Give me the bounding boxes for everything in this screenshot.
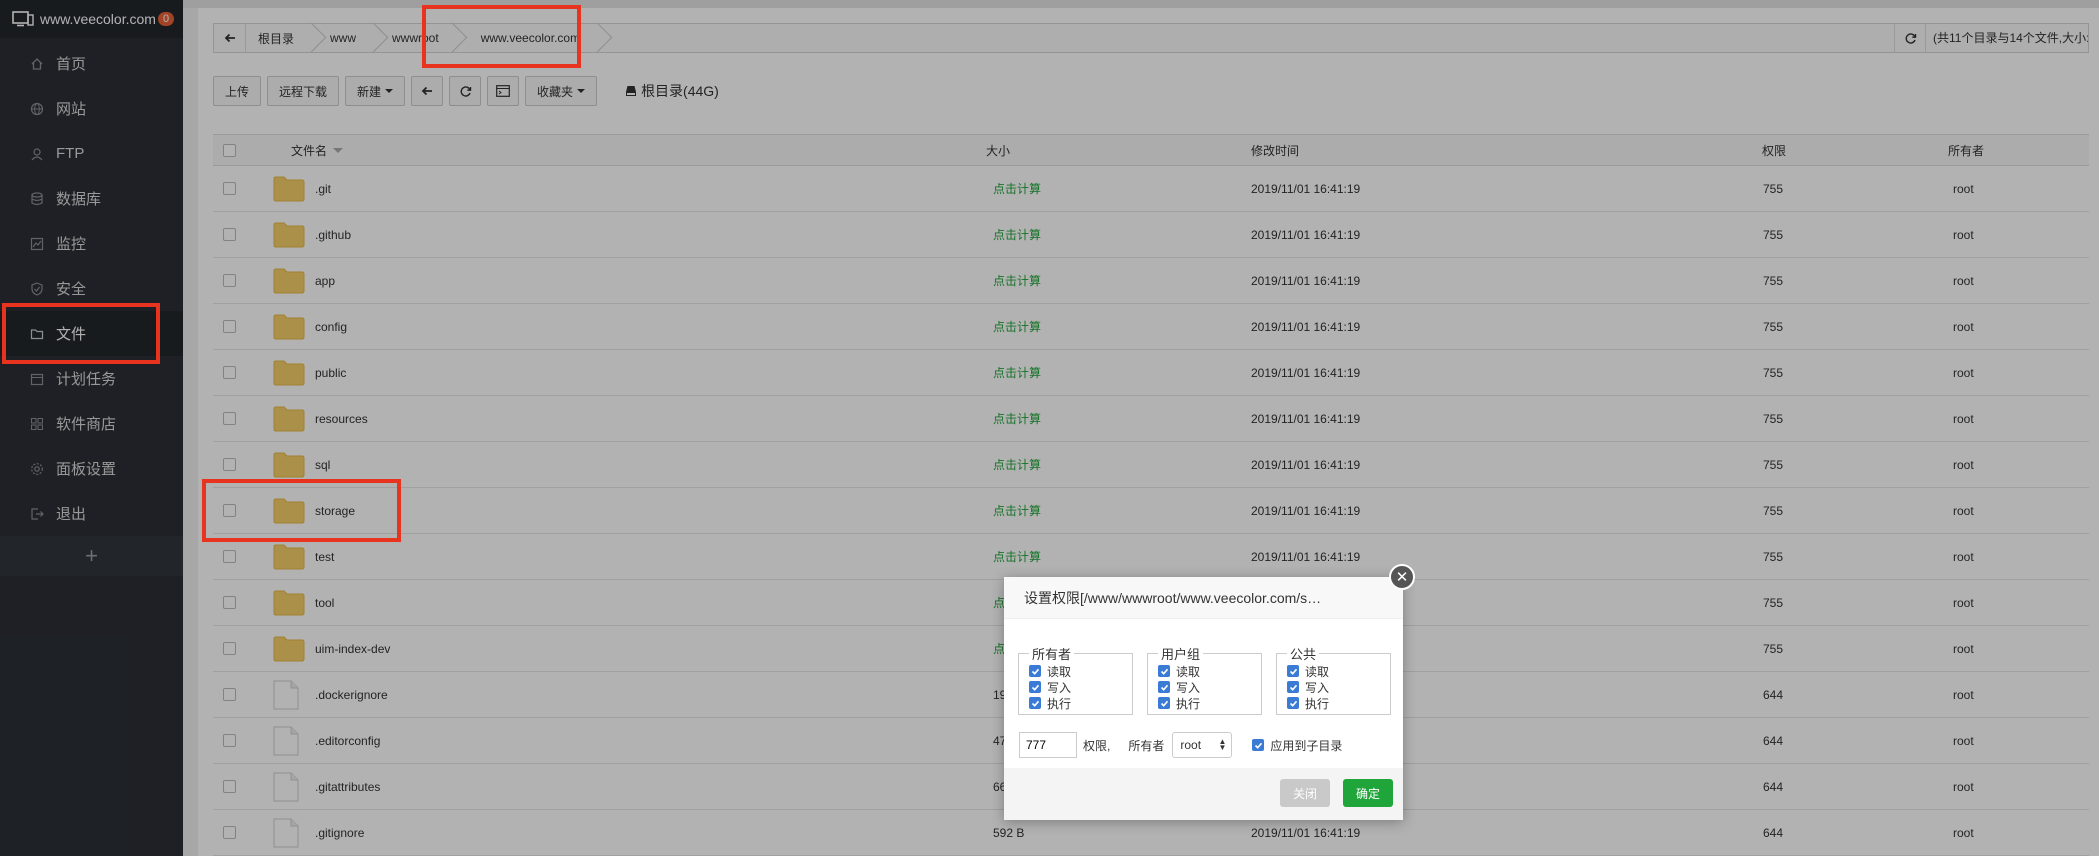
- perm-write-label: 写入: [1176, 680, 1201, 695]
- perm-group-public: 公共 读取 写入 执行: [1276, 644, 1391, 715]
- perm-options-row: 权限, 所有者 root ▲▼ 应用到子目录: [1019, 732, 1342, 758]
- owner-select[interactable]: root ▲ ▼: [1172, 732, 1233, 758]
- confirm-button[interactable]: 确定: [1342, 779, 1393, 807]
- perm-write[interactable]: 写入: [1029, 679, 1122, 695]
- cancel-button[interactable]: 关闭: [1279, 779, 1330, 807]
- permission-dialog: ✕ 设置权限[/www/wwwroot/www.veecolor.com/s… …: [1004, 564, 1415, 820]
- perm-group-legend: 公共: [1290, 647, 1317, 662]
- checkbox-checked[interactable]: [1287, 697, 1299, 709]
- perm-read-label: 读取: [1305, 664, 1330, 679]
- perm-value-input[interactable]: [1019, 732, 1077, 758]
- perm-group-legend: 用户组: [1161, 647, 1201, 662]
- checkbox-checked[interactable]: [1287, 681, 1299, 693]
- apply-subdir-checkbox[interactable]: [1252, 739, 1265, 751]
- perm-group-owner: 所有者 读取 写入 执行: [1018, 644, 1133, 715]
- checkbox-checked[interactable]: [1158, 681, 1170, 693]
- select-arrows-icon: ▲ ▼: [1218, 737, 1227, 752]
- highlight-storage-row: [202, 479, 401, 542]
- perm-write-label: 写入: [1047, 680, 1072, 695]
- checkbox-checked[interactable]: [1029, 681, 1041, 693]
- checkbox-checked[interactable]: [1158, 697, 1170, 709]
- perm-group-legend: 所有者: [1032, 647, 1072, 662]
- checkbox-checked[interactable]: [1029, 665, 1041, 677]
- perm-exec-label: 执行: [1176, 696, 1201, 711]
- highlight-files-nav: [2, 303, 160, 364]
- perm-write[interactable]: 写入: [1287, 679, 1380, 695]
- checkbox-checked[interactable]: [1029, 697, 1041, 709]
- perm-read[interactable]: 读取: [1029, 663, 1122, 679]
- dialog-title: 设置权限[/www/wwwroot/www.veecolor.com/s…: [1004, 577, 1403, 619]
- owner-select-value: root: [1180, 738, 1202, 752]
- highlight-breadcrumb: [422, 5, 581, 68]
- perm-read[interactable]: 读取: [1287, 663, 1380, 679]
- perm-write-label: 写入: [1305, 680, 1330, 695]
- close-icon: ✕: [1395, 569, 1409, 586]
- checkbox-checked[interactable]: [1287, 665, 1299, 677]
- perm-exec-label: 执行: [1047, 696, 1072, 711]
- perm-exec[interactable]: 执行: [1029, 695, 1122, 711]
- dialog-footer: 关闭 确定: [1004, 768, 1403, 820]
- perm-read-label: 读取: [1176, 664, 1201, 679]
- perm-write[interactable]: 写入: [1158, 679, 1251, 695]
- perm-exec[interactable]: 执行: [1158, 695, 1251, 711]
- perm-exec[interactable]: 执行: [1287, 695, 1380, 711]
- apply-subdir-label: 应用到子目录: [1270, 738, 1343, 753]
- perm-read[interactable]: 读取: [1158, 663, 1251, 679]
- close-dialog-button[interactable]: ✕: [1389, 564, 1415, 590]
- perm-exec-label: 执行: [1305, 696, 1330, 711]
- perm-read-label: 读取: [1047, 664, 1072, 679]
- perm-group-usergroup: 用户组 读取 写入 执行: [1147, 644, 1262, 715]
- perm-label: 权限,: [1083, 738, 1111, 753]
- checkbox-checked[interactable]: [1158, 665, 1170, 677]
- owner-label: 所有者: [1128, 738, 1165, 753]
